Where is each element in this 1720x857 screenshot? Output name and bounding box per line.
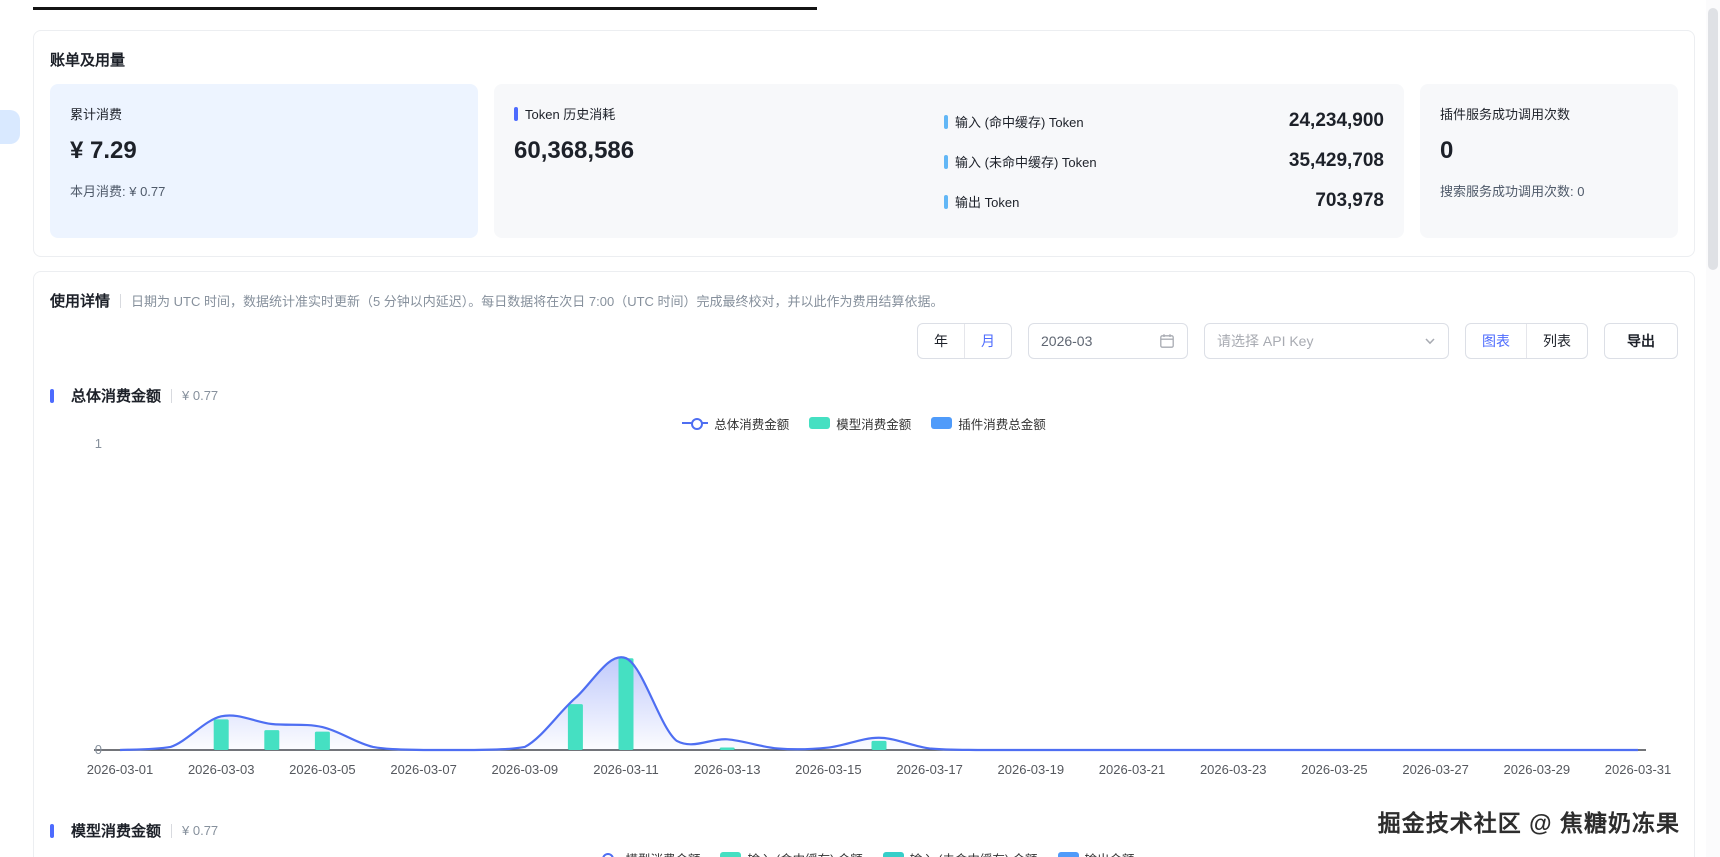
plugin-calls-value: 0 bbox=[1440, 137, 1658, 165]
token-breakdown-block: 输入 (命中缓存) Token 24,234,900 输入 (未命中缓存) To… bbox=[944, 104, 1384, 218]
usage-detail-note: 日期为 UTC 时间，数据统计准实时更新（5 分钟以内延迟）。每日数据将在次日 … bbox=[131, 291, 944, 310]
chevron-down-icon bbox=[1424, 335, 1436, 347]
token-total-block: Token 历史消耗 60,368,586 bbox=[514, 104, 944, 218]
svg-text:2026-03-23: 2026-03-23 bbox=[1200, 762, 1267, 777]
month-spend-label: 本月消费: ¥ 0.77 bbox=[70, 181, 458, 200]
view-segmented-control: 图表 列表 bbox=[1465, 323, 1588, 359]
line-series-icon bbox=[593, 852, 619, 857]
token-row-label: 输入 (命中缓存) Token bbox=[944, 112, 1084, 131]
model-chart-amount: ¥ 0.77 bbox=[182, 823, 218, 838]
svg-text:2026-03-25: 2026-03-25 bbox=[1301, 762, 1368, 777]
total-chart-header: 总体消费金额 ¥ 0.77 bbox=[50, 385, 1678, 406]
view-chart-tab[interactable]: 图表 bbox=[1466, 324, 1526, 358]
plugin-calls-card: 插件服务成功调用次数 0 搜索服务成功调用次数: 0 bbox=[1420, 84, 1678, 238]
legend-item-total[interactable]: 总体消费金额 bbox=[682, 414, 789, 433]
header-divider bbox=[171, 824, 172, 838]
section-marker-icon bbox=[50, 824, 54, 838]
export-button[interactable]: 导出 bbox=[1604, 323, 1678, 359]
date-picker-value: 2026-03 bbox=[1041, 333, 1092, 349]
main-content: 账单及用量 累计消费 ¥ 7.29 本月消费: ¥ 0.77 Token 历史消… bbox=[0, 0, 1720, 857]
header-divider bbox=[171, 389, 172, 403]
period-segmented-control: 年 月 bbox=[917, 323, 1012, 359]
search-calls-label: 搜索服务成功调用次数: 0 bbox=[1440, 181, 1658, 200]
billing-cards-row: 累计消费 ¥ 7.29 本月消费: ¥ 0.77 Token 历史消耗 60,3… bbox=[50, 84, 1678, 238]
legend-item-model[interactable]: 模型消费金额 bbox=[809, 414, 911, 433]
svg-text:2026-03-01: 2026-03-01 bbox=[87, 762, 154, 777]
bar-series-icon bbox=[809, 417, 830, 429]
svg-text:2026-03-07: 2026-03-07 bbox=[390, 762, 457, 777]
svg-text:2026-03-17: 2026-03-17 bbox=[896, 762, 963, 777]
month-date-picker[interactable]: 2026-03 bbox=[1028, 323, 1188, 359]
token-row-cache-miss: 输入 (未命中缓存) Token 35,429,708 bbox=[944, 146, 1384, 176]
token-row-value: 703,978 bbox=[1315, 190, 1384, 212]
cumulative-spend-label: 累计消费 bbox=[70, 104, 458, 123]
usage-detail-section: 使用详情 日期为 UTC 时间，数据统计准实时更新（5 分钟以内延迟）。每日数据… bbox=[33, 271, 1695, 857]
legend-item-output[interactable]: 输出金额 bbox=[1058, 849, 1135, 857]
svg-text:2026-03-15: 2026-03-15 bbox=[795, 762, 862, 777]
token-row-cache-hit: 输入 (命中缓存) Token 24,234,900 bbox=[944, 106, 1384, 136]
usage-detail-title: 使用详情 bbox=[50, 290, 110, 311]
token-row-marker-icon bbox=[944, 115, 948, 129]
total-chart-title: 总体消费金额 bbox=[71, 385, 161, 406]
scrollbar-thumb[interactable] bbox=[1708, 8, 1718, 270]
svg-text:2026-03-09: 2026-03-09 bbox=[492, 762, 559, 777]
section-marker-icon bbox=[50, 389, 54, 403]
token-row-value: 24,234,900 bbox=[1289, 110, 1384, 132]
billing-section: 账单及用量 累计消费 ¥ 7.29 本月消费: ¥ 0.77 Token 历史消… bbox=[33, 30, 1695, 257]
svg-text:0: 0 bbox=[95, 742, 102, 757]
svg-text:2026-03-27: 2026-03-27 bbox=[1402, 762, 1469, 777]
legend-item-input-miss[interactable]: 输入 (未命中缓存) 金额 bbox=[883, 849, 1038, 857]
svg-text:2026-03-21: 2026-03-21 bbox=[1099, 762, 1166, 777]
token-row-label: 输出 Token bbox=[944, 192, 1019, 211]
api-key-placeholder: 请选择 API Key bbox=[1217, 331, 1313, 351]
token-marker-icon bbox=[514, 107, 518, 121]
watermark-text: 掘金技术社区 @ 焦糖奶冻果 bbox=[1378, 804, 1680, 838]
cumulative-spend-amount: ¥ 7.29 bbox=[70, 137, 458, 165]
legend-item-plugin[interactable]: 插件消费总金额 bbox=[931, 414, 1046, 433]
total-consumption-chart: 0 1 2026-03-01 2026-03-03 2026-03-05 2026-03-… bbox=[50, 432, 1678, 784]
cumulative-spend-card: 累计消费 ¥ 7.29 本月消费: ¥ 0.77 bbox=[50, 84, 478, 238]
svg-text:2026-03-29: 2026-03-29 bbox=[1504, 762, 1571, 777]
token-row-label: 输入 (未命中缓存) Token bbox=[944, 152, 1097, 171]
svg-text:1: 1 bbox=[95, 436, 102, 451]
line-series-icon bbox=[682, 417, 708, 429]
svg-text:2026-03-03: 2026-03-03 bbox=[188, 762, 255, 777]
total-chart-legend: 总体消费金额 模型消费金额 插件消费总金额 bbox=[50, 414, 1678, 432]
legend-item-input-hit[interactable]: 输入 (命中缓存) 金额 bbox=[720, 849, 862, 857]
billing-section-title: 账单及用量 bbox=[50, 49, 1678, 70]
bar-series-icon bbox=[720, 852, 741, 857]
page-top-edge bbox=[33, 7, 817, 10]
period-month-tab[interactable]: 月 bbox=[965, 324, 1011, 358]
total-chart-amount: ¥ 0.77 bbox=[182, 388, 218, 403]
token-total-value: 60,368,586 bbox=[514, 137, 944, 165]
svg-text:2026-03-13: 2026-03-13 bbox=[694, 762, 761, 777]
model-chart-title: 模型消费金额 bbox=[71, 820, 161, 841]
bar-series-icon bbox=[1058, 852, 1079, 857]
api-key-select[interactable]: 请选择 API Key bbox=[1204, 323, 1449, 359]
usage-controls-row: 年 月 2026-03 请选择 API Key 图表 列表 bbox=[50, 323, 1678, 359]
sidebar-active-item[interactable] bbox=[0, 110, 20, 144]
token-total-label: Token 历史消耗 bbox=[514, 104, 944, 123]
token-row-value: 35,429,708 bbox=[1289, 150, 1384, 172]
token-usage-card: Token 历史消耗 60,368,586 输入 (命中缓存) Token 24… bbox=[494, 84, 1404, 238]
token-row-output: 输出 Token 703,978 bbox=[944, 186, 1384, 216]
bar-series-icon bbox=[931, 417, 952, 429]
plugin-calls-label: 插件服务成功调用次数 bbox=[1440, 104, 1658, 123]
svg-text:2026-03-19: 2026-03-19 bbox=[998, 762, 1065, 777]
token-row-marker-icon bbox=[944, 155, 948, 169]
period-year-tab[interactable]: 年 bbox=[918, 324, 964, 358]
view-list-tab[interactable]: 列表 bbox=[1527, 324, 1587, 358]
usage-detail-header: 使用详情 日期为 UTC 时间，数据统计准实时更新（5 分钟以内延迟）。每日数据… bbox=[50, 290, 1678, 311]
model-chart-legend: 模型消费金额 输入 (命中缓存) 金额 输入 (未命中缓存) 金额 输出金额 bbox=[50, 849, 1678, 857]
svg-text:2026-03-11: 2026-03-11 bbox=[593, 762, 659, 777]
svg-text:2026-03-05: 2026-03-05 bbox=[289, 762, 356, 777]
header-divider bbox=[120, 294, 121, 308]
legend-item-model-line[interactable]: 模型消费金额 bbox=[593, 849, 700, 857]
bar-series-icon bbox=[883, 852, 904, 857]
calendar-icon bbox=[1159, 333, 1175, 349]
token-row-marker-icon bbox=[944, 195, 948, 209]
svg-text:2026-03-31: 2026-03-31 bbox=[1605, 762, 1672, 777]
